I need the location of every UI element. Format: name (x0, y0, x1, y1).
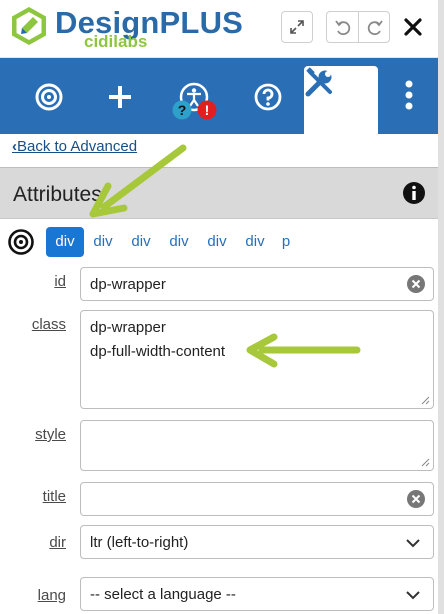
lang-select[interactable]: -- select a language -- (80, 577, 434, 611)
plus-icon (109, 86, 131, 108)
path-tag-div[interactable]: div (126, 227, 156, 257)
id-label: id (54, 273, 66, 290)
svg-text:!: ! (205, 102, 210, 118)
title-input[interactable] (80, 482, 434, 516)
lang-value: -- select a language -- (90, 586, 236, 603)
undo-icon (335, 20, 351, 36)
tools-tab[interactable] (302, 64, 380, 134)
back-to-advanced-link[interactable]: ‹Back to Advanced (12, 138, 137, 155)
lang-label: lang (37, 587, 66, 604)
clear-icon[interactable] (406, 489, 426, 509)
main-toolbar: ? ! (0, 58, 444, 134)
path-tag-p[interactable]: p (276, 227, 296, 257)
panel-edge (438, 0, 444, 614)
error-badge-icon: ! (197, 100, 217, 120)
target-icon (35, 83, 63, 111)
more-options-button[interactable] (382, 58, 438, 134)
add-element-button[interactable] (85, 58, 157, 134)
path-tag-div[interactable]: div (164, 227, 194, 257)
path-tag-div[interactable]: div (240, 227, 270, 257)
dir-select[interactable]: ltr (left-to-right) (80, 525, 434, 559)
class-label: class (31, 316, 66, 333)
brand-subtitle: cidilabs (84, 32, 148, 51)
tools-icon (305, 67, 332, 97)
help-icon (254, 83, 282, 111)
style-textarea[interactable] (80, 420, 434, 471)
undo-button[interactable] (326, 11, 358, 43)
path-tag-div-selected[interactable]: div (46, 227, 84, 257)
title-label: title (42, 488, 66, 505)
resize-handle-icon[interactable] (421, 458, 430, 467)
path-tag-div[interactable]: div (202, 227, 232, 257)
select-element-button[interactable] (13, 58, 85, 134)
svg-text:?: ? (178, 102, 187, 118)
style-label: style (35, 426, 66, 443)
logo-icon (12, 7, 46, 45)
id-input[interactable]: dp-wrapper (80, 267, 434, 301)
id-value: dp-wrapper (90, 276, 166, 293)
redo-icon (367, 20, 383, 36)
element-path: div div div div div div p (0, 227, 444, 257)
class-value-line-1: dp-wrapper (90, 319, 166, 336)
accessibility-button[interactable]: ? ! (157, 58, 229, 134)
chevron-down-icon (406, 591, 420, 600)
class-value-line-2: dp-full-width-content (90, 343, 226, 360)
redo-button[interactable] (358, 11, 390, 43)
help-badge-icon: ? (172, 100, 192, 120)
attributes-title: Attributes (13, 183, 102, 206)
clear-icon[interactable] (406, 274, 426, 294)
chevron-down-icon (406, 539, 420, 548)
expand-icon (290, 20, 304, 34)
app-header: DesignPLUS cidilabs (0, 0, 444, 58)
info-icon[interactable] (402, 181, 426, 205)
expand-button[interactable] (281, 11, 313, 43)
path-tag-div[interactable]: div (88, 227, 118, 257)
target-icon (8, 229, 34, 255)
attributes-header: Attributes (0, 167, 444, 219)
close-icon[interactable] (400, 14, 426, 40)
resize-handle-icon[interactable] (421, 396, 430, 405)
dir-label: dir (49, 534, 66, 551)
more-vertical-icon (405, 80, 413, 110)
dir-value: ltr (left-to-right) (90, 534, 189, 551)
class-textarea[interactable]: dp-wrapper dp-full-width-content (80, 310, 434, 409)
help-button[interactable] (230, 58, 302, 134)
